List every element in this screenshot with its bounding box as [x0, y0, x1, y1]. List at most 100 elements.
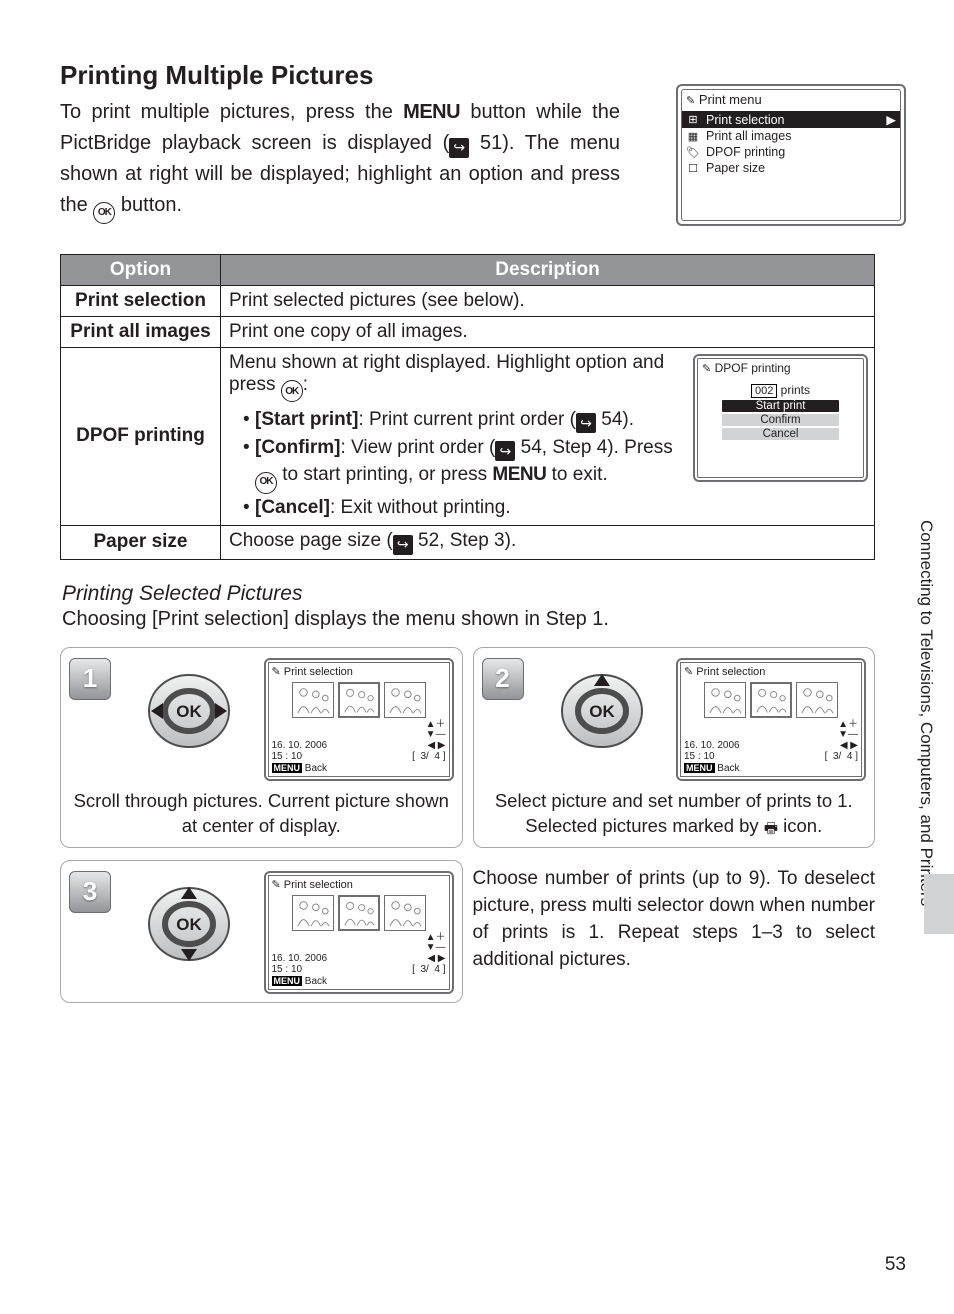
th-description: Description [221, 254, 875, 285]
dpof-confirm-text-b: to start printing, or press [277, 464, 492, 485]
lcd-date: 16. 10. 2006 [272, 953, 328, 964]
down-minus-icon: ▼— [426, 943, 446, 953]
dpof-prints-value: 002 [751, 384, 777, 398]
wrench-icon: ✎ [702, 362, 711, 375]
menu-tag: MENU [684, 763, 715, 773]
dpof-prints-label: prints [781, 383, 810, 397]
page-ref-icon [393, 535, 413, 555]
thumbnail-selected [750, 682, 792, 718]
left-right-icon: ◀ ▶ [427, 740, 445, 751]
menu-word: MENU [492, 464, 546, 485]
thumbnail-selected [338, 895, 380, 931]
ok-button-icon: OK [93, 202, 115, 224]
wrench-icon: ✎ [272, 665, 281, 678]
dpof-confirm-label: [Confirm] [255, 437, 340, 458]
steps-container: 1 ✎ Print selection ▲＋ ▼— [60, 647, 875, 1003]
step-3-side-text: Choose number of prints (up to 9). To de… [473, 860, 876, 1003]
dpof-popup-screenshot: ✎ DPOF printing 002 prints Start print C… [693, 354, 868, 482]
lcd-counter-left: 3/ [420, 751, 428, 762]
step2-cap-b: icon. [778, 815, 822, 836]
print-menu-screenshot: ✎ Print menu ⊞Print selection▶ ▦Print al… [676, 84, 906, 226]
step-number-badge: 3 [69, 871, 111, 913]
lcd-date: 16. 10. 2006 [684, 740, 740, 751]
dpof-popup-item: Cancel [722, 428, 839, 440]
down-minus-icon: ▼— [838, 730, 858, 740]
lcd-counter-left: 3/ [420, 964, 428, 975]
paper-size-desc-page: 52, Step 3). [413, 530, 517, 551]
dpof-confirm-text-c: to exit. [546, 464, 607, 485]
pm-item-0: Print selection [706, 113, 785, 127]
menu-tag: MENU [272, 763, 303, 773]
menu-tag: MENU [272, 976, 303, 986]
dpof-prints-count: 002 prints [698, 383, 863, 398]
arrow-right-icon: ▶ [886, 112, 896, 127]
page-ref-icon [449, 138, 469, 158]
step-1-caption: Scroll through pictures. Current picture… [69, 789, 454, 839]
paper-size-desc-a: Choose page size ( [229, 530, 393, 551]
down-minus-icon: ▼— [426, 730, 446, 740]
step-2-caption: Select picture and set number of prints … [482, 789, 867, 839]
lcd-counter-left: 3/ [833, 751, 841, 762]
dpof-intro-b: : [303, 374, 308, 395]
lcd-counter-right: 4 [434, 964, 440, 975]
step-number-badge: 2 [482, 658, 524, 700]
opt-print-all-desc: Print one copy of all images. [221, 316, 875, 347]
thumbnail-selected [338, 682, 380, 718]
dpof-start-text: : Print current print order ( [358, 409, 576, 430]
step-2-card: 2 ✎ Print selection ▲＋ ▼— [473, 647, 876, 848]
lcd-counter-right: 4 [847, 751, 853, 762]
left-right-icon: ◀ ▶ [427, 953, 445, 964]
lcd-print-selection: ✎ Print selection ▲＋ ▼— 16. 10. 2006 ◀ ▶ [264, 871, 454, 994]
dpof-confirm-text-a: : View print order ( [340, 437, 495, 458]
lcd-time: 15 : 10 [272, 964, 303, 975]
dpof-start-page: 54). [596, 409, 634, 430]
grid-icon: ⊞ [686, 113, 700, 126]
dpof-cancel-line: [Cancel]: Exit without printing. [243, 494, 694, 522]
step-1-card: 1 ✎ Print selection ▲＋ ▼— [60, 647, 463, 848]
options-table: Option Description Print selection Print… [60, 254, 875, 560]
step-3-card: 3 ✎ Print selection ▲＋ ▼— [60, 860, 463, 1003]
multi-selector-left-right-icon [139, 666, 239, 756]
wrench-icon: ✎ [684, 665, 693, 678]
opt-dpof-desc: Menu shown at right displayed. Highlight… [221, 347, 875, 525]
step-number-badge: 1 [69, 658, 111, 700]
lcd-counter-right: 4 [434, 751, 440, 762]
opt-print-selection-label: Print selection [61, 285, 221, 316]
lcd-time: 15 : 10 [272, 751, 303, 762]
ok-button-icon: OK [255, 472, 277, 494]
pm-item-3: Paper size [706, 161, 765, 175]
ok-button-icon: OK [281, 380, 303, 402]
lcd-print-selection: ✎ Print selection ▲＋ ▼— 16. 10. 2006 ◀ ▶ [676, 658, 866, 781]
menu-button-word: MENU [403, 101, 460, 123]
subheading-printing-selected: Printing Selected Pictures [62, 582, 914, 606]
print-menu-item: ▦ Print all images [682, 128, 900, 144]
thumbnail [384, 682, 426, 718]
th-option: Option [61, 254, 221, 285]
pm-item-2: DPOF printing [706, 145, 785, 159]
section-side-label: Connecting to Televisions, Computers, an… [916, 520, 936, 920]
dpof-cancel-label: [Cancel] [255, 497, 330, 518]
pm-item-1: Print all images [706, 129, 791, 143]
printer-icon: 🖶 [764, 819, 778, 839]
dpof-cancel-text: : Exit without printing. [330, 497, 511, 518]
lcd-time: 15 : 10 [684, 751, 715, 762]
dpof-confirm-line: [Confirm]: View print order ( 54, Step 4… [243, 434, 694, 494]
page-number: 53 [885, 1254, 906, 1276]
lcd-title: Print selection [284, 666, 353, 678]
subheading-desc: Choosing [Print selection] displays the … [62, 608, 914, 631]
section-tab-marker [924, 874, 954, 934]
lcd-back: Back [305, 763, 327, 774]
lcd-print-selection: ✎ Print selection ▲＋ ▼— 16. 10. 2006 ◀ ▶ [264, 658, 454, 781]
dpof-popup-title: DPOF printing [715, 361, 791, 375]
thumbnail [292, 895, 334, 931]
grid-all-icon: ▦ [686, 130, 700, 143]
page-ref-icon [495, 441, 515, 461]
wrench-icon: ✎ [686, 94, 695, 107]
opt-print-selection-desc: Print selected pictures (see below). [221, 285, 875, 316]
dpof-popup-item: Confirm [722, 414, 839, 426]
dpof-popup-item: Start print [722, 400, 839, 412]
multi-selector-up-icon [552, 666, 652, 756]
page-icon: ☐ [686, 162, 700, 175]
wrench-icon: ✎ [272, 878, 281, 891]
dpof-start-print-line: [Start print]: Print current print order… [243, 406, 694, 434]
